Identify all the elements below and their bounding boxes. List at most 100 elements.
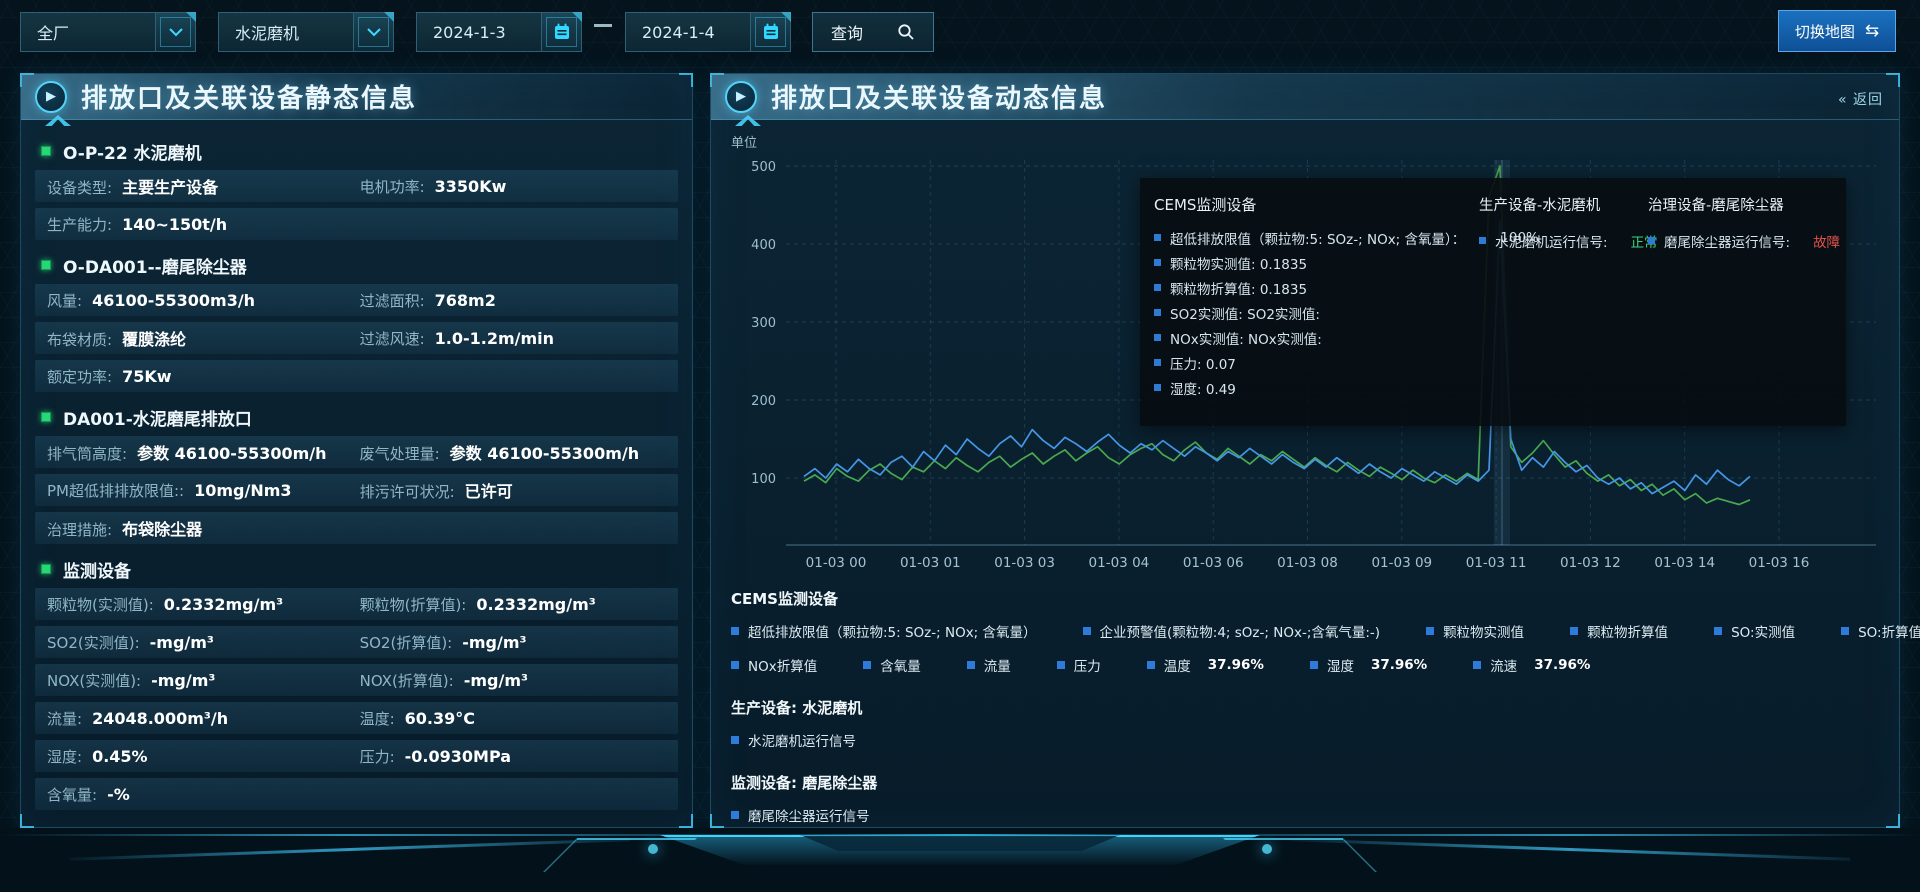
info-value: -% <box>107 785 130 804</box>
chart-series-green <box>804 166 1750 505</box>
switch-arrows-icon: ⇆ <box>1865 21 1879 41</box>
legend-square-icon <box>1473 661 1481 669</box>
legend-square-icon <box>731 736 739 744</box>
legend-item[interactable]: SO:折算值 <box>1841 621 1920 641</box>
legend-square-icon <box>1310 661 1318 669</box>
info-value: 覆膜涤纶 <box>122 326 186 350</box>
legend-item-label: 企业预警值(颗粒物:4; sOz-; NOx-;含氧气量:-) <box>1100 621 1381 641</box>
legend-item[interactable]: 含氧量 <box>863 655 921 675</box>
legend-item[interactable]: 流速 37.96% <box>1473 655 1590 675</box>
footer-decoration <box>0 828 1920 892</box>
device-select[interactable]: 水泥磨机 <box>218 12 394 52</box>
info-label: 治理措施: <box>47 519 112 540</box>
info-label: 温度: <box>360 708 395 729</box>
switch-map-button[interactable]: 切换地图 ⇆ <box>1778 10 1896 52</box>
dynamic-panel-title: 排放口及关联设备动态信息 <box>771 78 1107 115</box>
legend-item-label: NOx折算值 <box>748 655 817 675</box>
info-value: 24048.000m³/h <box>92 709 228 728</box>
legend-item[interactable]: 水泥磨机运行信号 <box>731 730 1881 750</box>
info-label: 湿度: <box>47 746 82 767</box>
table-row: 设备类型:主要生产设备电机功率:3350Kw <box>35 170 678 202</box>
legend-item[interactable]: 颗粒物实测值 <box>1426 621 1524 641</box>
legend-item[interactable]: NOx折算值 <box>731 655 817 675</box>
dynamic-info-panel: ▶ 排放口及关联设备动态信息 « 返回 单位 50040030020010001… <box>710 73 1900 828</box>
x-axis-tick-label: 01-03 16 <box>1749 555 1810 570</box>
chevron-down-icon <box>155 13 195 51</box>
play-icon: ▶ <box>35 81 67 113</box>
end-date-picker[interactable]: 2024-1-4 <box>625 12 791 52</box>
info-cell: PM超低排排放限值::10mg/Nm3 <box>47 480 360 501</box>
legend-item[interactable]: 企业预警值(颗粒物:4; sOz-; NOx-;含氧气量:-) <box>1083 621 1381 641</box>
info-cell: 颗粒物(折算值):0.2332mg/m³ <box>360 594 666 615</box>
info-value: 已许可 <box>465 478 513 502</box>
calendar-icon <box>750 13 790 51</box>
table-row: 风量:46100-55300m3/h过滤面积:768m2 <box>35 284 678 316</box>
x-axis-tick-label: 01-03 01 <box>900 555 961 570</box>
section-bullet-icon <box>41 412 51 422</box>
back-link[interactable]: « 返回 <box>1838 89 1883 109</box>
query-button[interactable]: 查询 <box>812 12 934 52</box>
info-value: -mg/m³ <box>462 633 526 652</box>
static-panel-header: ▶ 排放口及关联设备静态信息 <box>21 74 692 120</box>
info-label: 过滤风速: <box>360 328 425 349</box>
legend-item-value: 37.96% <box>1208 657 1264 673</box>
plant-select[interactable]: 全厂 <box>20 12 196 52</box>
info-label: 电机功率: <box>360 176 425 197</box>
legend-square-icon <box>1714 627 1722 635</box>
info-label: 压力: <box>360 746 395 767</box>
search-icon <box>897 23 915 41</box>
legend-item[interactable]: 压力 <box>1057 655 1101 675</box>
info-cell: 温度:60.39°C <box>360 708 666 729</box>
dynamic-line-chart[interactable]: 50040030020010001-03 0001-03 0101-03 030… <box>726 150 1886 570</box>
info-value: -mg/m³ <box>151 671 215 690</box>
y-axis-tick-label: 400 <box>751 238 776 253</box>
section-header: DA001-水泥磨尾排放口 <box>35 398 678 436</box>
top-toolbar: 全厂 水泥磨机 2024-1-3 2024-1-4 查询 切换地图 ⇆ <box>0 0 1920 58</box>
info-cell: 生产能力:140~150t/h <box>47 214 360 235</box>
legend-row: NOx折算值 含氧量 流量 压力 温度 37.96% 湿度37.96% 流速 37.96% <box>731 655 1881 675</box>
x-axis-tick-label: 01-03 11 <box>1466 555 1527 570</box>
legend-item[interactable]: 颗粒物折算值 <box>1570 621 1668 641</box>
start-date-picker[interactable]: 2024-1-3 <box>416 12 582 52</box>
info-value: -mg/m³ <box>464 671 528 690</box>
info-cell: 治理措施:布袋除尘器 <box>47 516 360 540</box>
legend-item-label: 水泥磨机运行信号 <box>748 730 856 750</box>
table-row: 含氧量:-% <box>35 778 678 810</box>
info-cell: SO2(折算值):-mg/m³ <box>360 632 666 653</box>
legend-square-icon <box>731 811 739 819</box>
legend-item-value: 37.96% <box>1534 657 1590 673</box>
play-icon: ▶ <box>725 81 757 113</box>
info-cell: 电机功率:3350Kw <box>360 176 666 197</box>
legend-production-header: 生产设备: 水泥磨机 <box>731 697 1881 718</box>
legend-item-label: 温度 <box>1164 655 1191 675</box>
info-label: SO2(实测值): <box>47 632 140 653</box>
info-label: 设备类型: <box>47 177 112 198</box>
info-value: 46100-55300m3/h <box>92 291 255 310</box>
legend-item-label: 颗粒物折算值 <box>1587 621 1668 641</box>
legend-item-label: 湿度 <box>1327 655 1354 675</box>
table-row: 治理措施:布袋除尘器 <box>35 512 678 544</box>
y-axis-tick-label: 200 <box>751 394 776 409</box>
info-cell: 含氧量:-% <box>47 784 360 805</box>
table-row: SO2(实测值): -mg/m³SO2(折算值):-mg/m³ <box>35 626 678 658</box>
info-label: NOX(折算值): <box>360 670 454 691</box>
legend-item[interactable]: SO:实测值 <box>1714 621 1795 641</box>
legend-item-label: 流速 <box>1490 655 1517 675</box>
static-panel-title: 排放口及关联设备静态信息 <box>81 78 417 115</box>
legend-item[interactable]: 超低排放限值（颗拉物:5: SOz-; NOx; 含氧量） <box>731 621 1037 641</box>
table-row: 生产能力:140~150t/h <box>35 208 678 240</box>
legend-item[interactable]: 磨尾除尘器运行信号 <box>731 805 1881 825</box>
section-title: DA001-水泥磨尾排放口 <box>63 405 252 430</box>
device-select-value: 水泥磨机 <box>219 20 353 44</box>
table-row: NOX(实测值):-mg/m³NOX(折算值):-mg/m³ <box>35 664 678 696</box>
info-cell: 风量:46100-55300m3/h <box>47 290 360 311</box>
legend-item[interactable]: 流量 <box>967 655 1011 675</box>
legend-item[interactable]: 湿度37.96% <box>1310 655 1427 675</box>
info-label: 颗粒物(折算值): <box>360 594 467 615</box>
info-value: 0.2332mg/m³ <box>164 595 283 614</box>
legend-monitor-header: 监测设备: 磨尾除尘器 <box>731 772 1881 793</box>
info-cell: 过滤面积:768m2 <box>360 290 666 311</box>
legend-item[interactable]: 温度 37.96% <box>1147 655 1264 675</box>
legend-item-label: SO:实测值 <box>1731 621 1795 641</box>
info-cell: 过滤风速:1.0-1.2m/min <box>360 328 666 349</box>
